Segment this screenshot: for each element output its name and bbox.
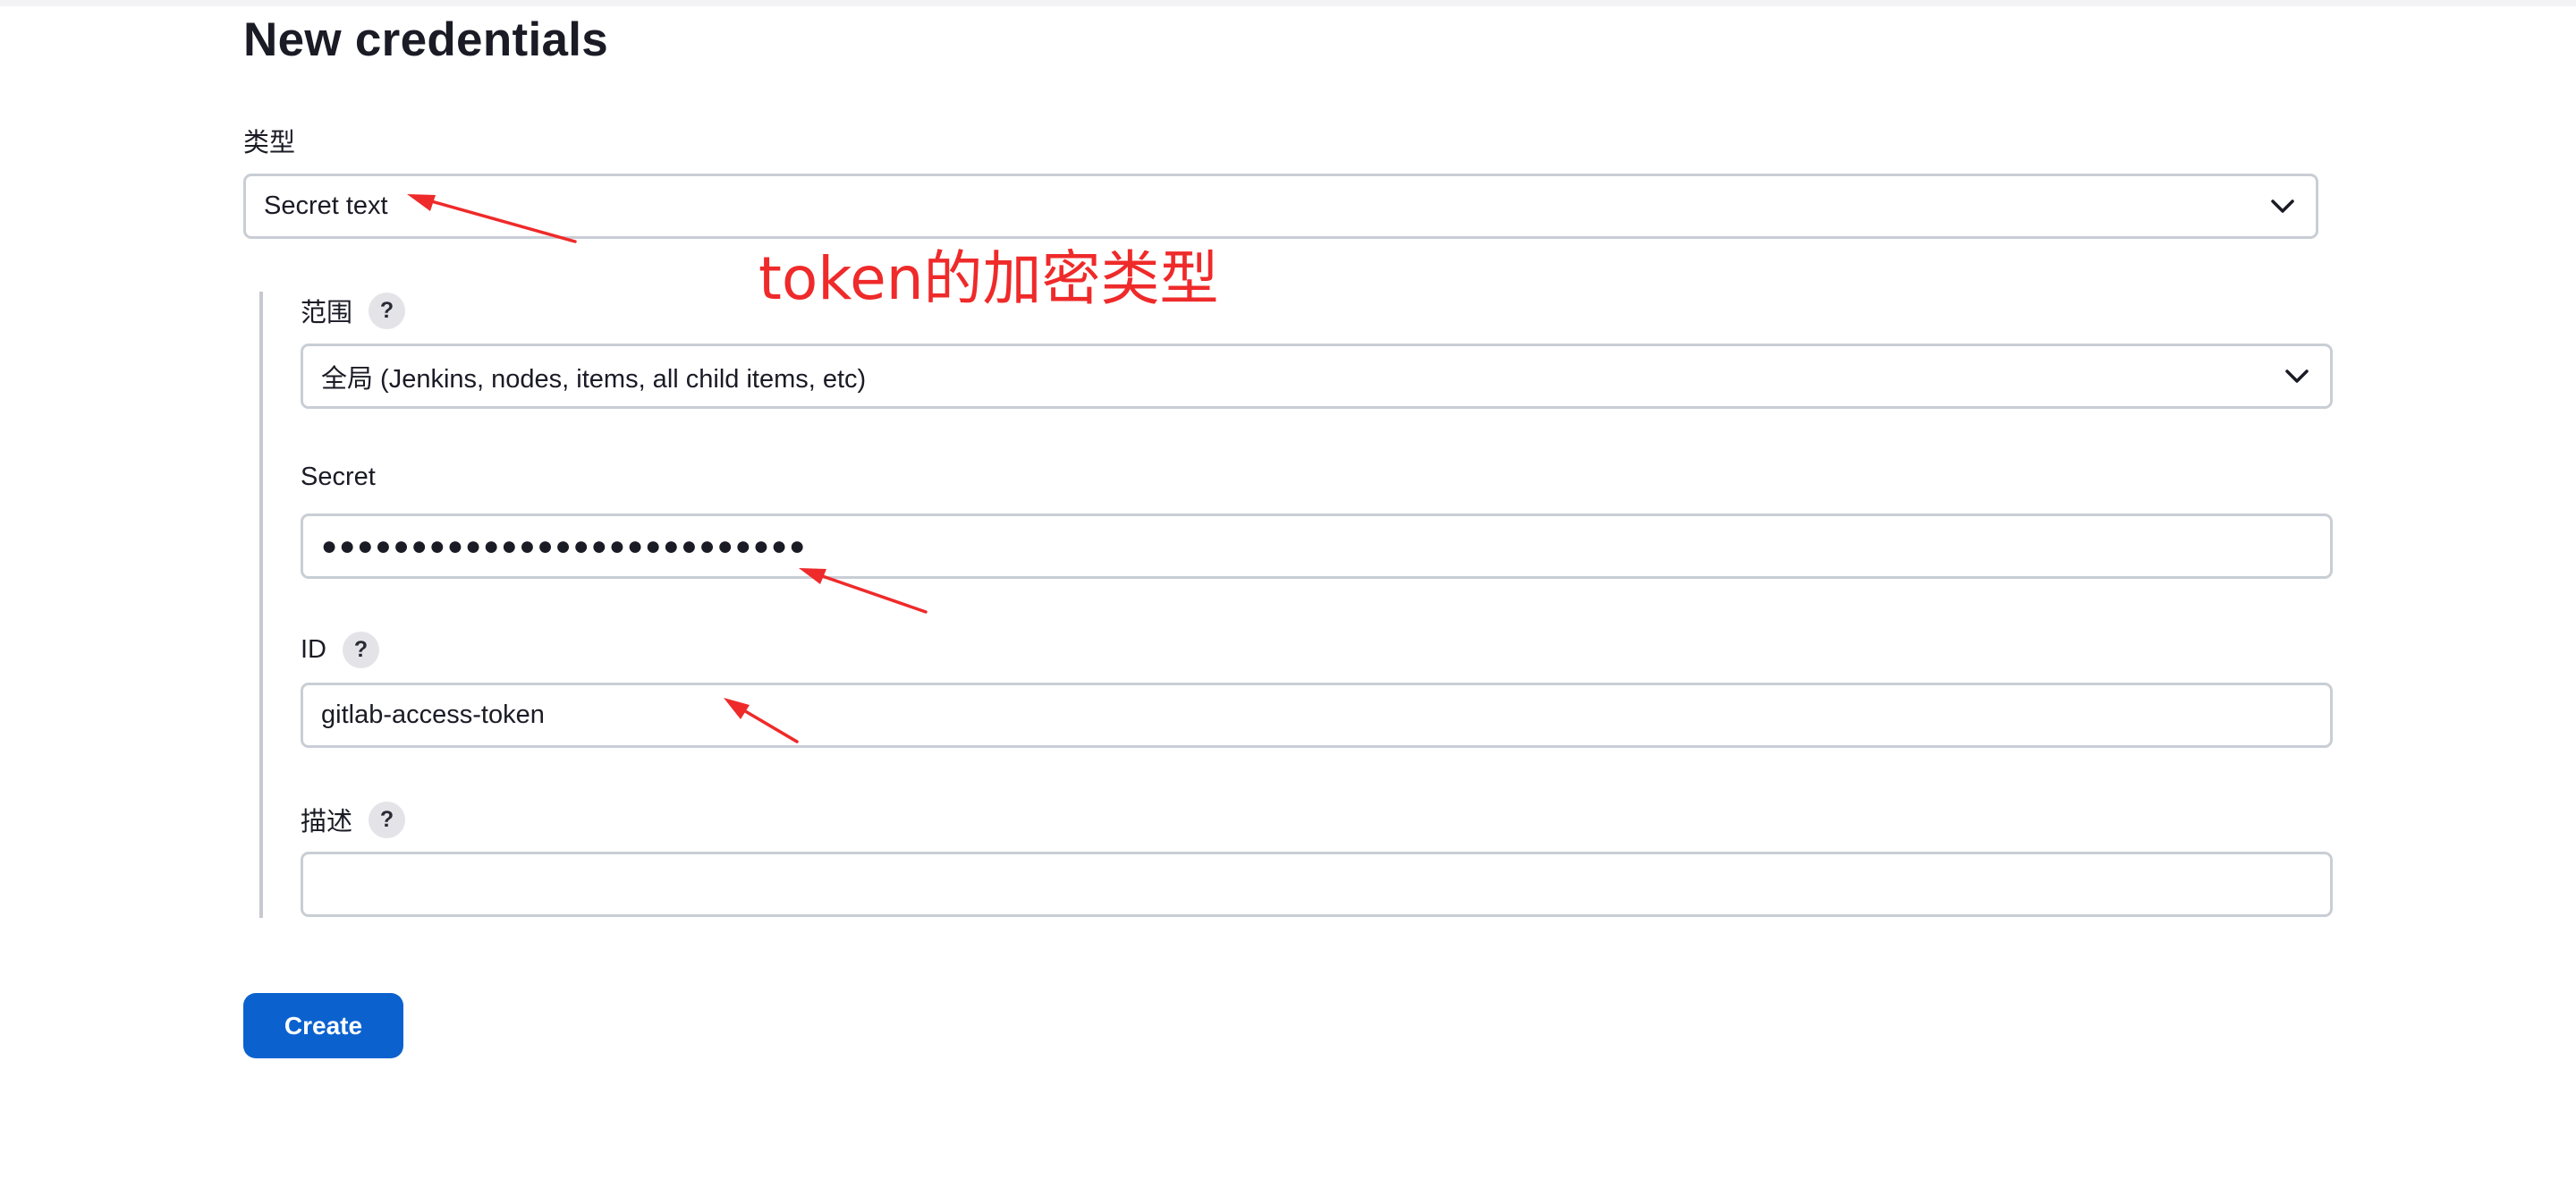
type-label: 类型 [243, 122, 295, 159]
description-input[interactable] [301, 852, 2333, 917]
type-label-text: 类型 [243, 129, 296, 157]
scope-label: 范围 ? [301, 292, 406, 329]
secret-input-value: ●●●●●●●●●●●●●●●●●●●●●●●●●●● [321, 531, 808, 561]
description-label-text: 描述 [301, 808, 353, 836]
scope-select-value: 全局 (Jenkins, nodes, items, all child ite… [321, 364, 867, 394]
type-select-value: Secret text [264, 191, 388, 220]
chevron-down-icon [2282, 361, 2312, 392]
scope-help-icon[interactable]: ? [369, 292, 406, 329]
secret-label-text: Secret [301, 463, 376, 491]
description-help-icon[interactable]: ? [369, 801, 406, 838]
secret-label: Secret [301, 463, 376, 492]
scope-label-text: 范围 [301, 299, 353, 327]
id-input[interactable]: gitlab-access-token [301, 683, 2333, 748]
secret-input[interactable]: ●●●●●●●●●●●●●●●●●●●●●●●●●●● [301, 514, 2333, 579]
id-input-value: gitlab-access-token [321, 700, 545, 729]
scope-select[interactable]: 全局 (Jenkins, nodes, items, all child ite… [301, 344, 2333, 409]
create-button[interactable]: Create [243, 993, 403, 1058]
type-select[interactable]: Secret text [243, 174, 2318, 239]
id-help-icon[interactable]: ? [343, 632, 379, 668]
id-label-text: ID [301, 635, 326, 664]
id-label: ID ? [301, 632, 379, 668]
chevron-down-icon [2267, 191, 2298, 222]
annotation-text: token的加密类型 [758, 244, 1219, 313]
nested-section-bar [259, 292, 263, 918]
description-label: 描述 ? [301, 801, 406, 838]
top-strip [0, 0, 2576, 6]
page-title: New credentials [243, 13, 609, 66]
